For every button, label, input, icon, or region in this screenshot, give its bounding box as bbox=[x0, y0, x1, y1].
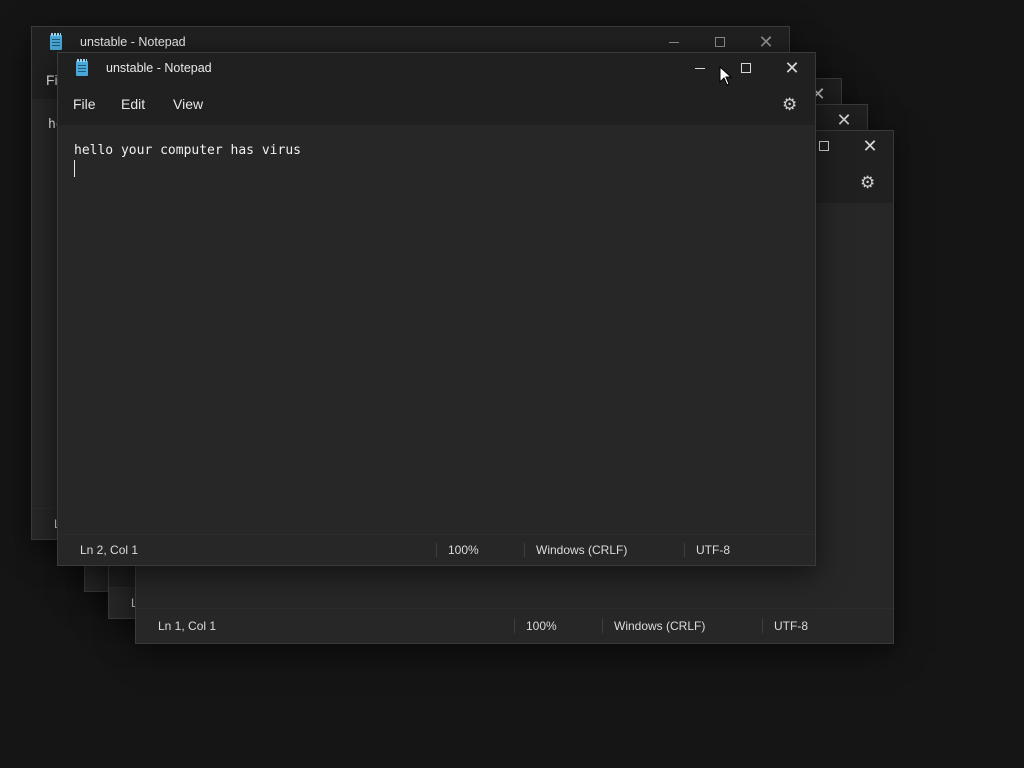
text-editor[interactable]: hello your computer has virus bbox=[58, 125, 815, 535]
status-line-ending[interactable]: Windows (CRLF) bbox=[536, 543, 627, 557]
menu-view[interactable]: View bbox=[173, 96, 203, 112]
close-icon[interactable]: ✕ bbox=[769, 53, 815, 83]
status-separator bbox=[514, 619, 515, 633]
settings-gear-icon[interactable]: ⚙ bbox=[860, 173, 875, 193]
title-bar[interactable]: unstable - Notepad ✕ bbox=[58, 53, 815, 83]
status-zoom[interactable]: 100% bbox=[526, 619, 557, 633]
status-position: Ln 2, Col 1 bbox=[80, 543, 139, 557]
editor-text: hello your computer has virus bbox=[74, 143, 301, 158]
status-separator bbox=[684, 543, 685, 557]
settings-gear-icon[interactable]: ⚙ bbox=[782, 95, 797, 115]
status-encoding[interactable]: UTF-8 bbox=[696, 543, 730, 557]
notepad-window-active[interactable]: unstable - Notepad ✕ File Edit View ⚙ he… bbox=[57, 52, 816, 566]
close-icon[interactable]: ✕ bbox=[847, 131, 893, 161]
notepad-icon bbox=[50, 33, 62, 50]
desktop: unstable - Notepad ✕ Fil he Ln ✕ L ✕ L bbox=[0, 0, 1024, 768]
status-separator bbox=[602, 619, 603, 633]
menu-bar: File Edit View ⚙ bbox=[58, 83, 815, 125]
status-line-ending[interactable]: Windows (CRLF) bbox=[614, 619, 705, 633]
status-separator bbox=[762, 619, 763, 633]
minimize-icon[interactable] bbox=[677, 53, 723, 83]
menu-edit[interactable]: Edit bbox=[121, 96, 145, 112]
status-encoding[interactable]: UTF-8 bbox=[774, 619, 808, 633]
window-title: unstable - Notepad bbox=[106, 61, 212, 75]
window-title: unstable - Notepad bbox=[80, 35, 186, 49]
text-caret bbox=[74, 160, 75, 177]
status-position: Ln 1, Col 1 bbox=[158, 619, 217, 633]
notepad-icon bbox=[76, 59, 88, 76]
status-bar: Ln 1, Col 1 100% Windows (CRLF) UTF-8 bbox=[136, 608, 893, 643]
status-separator bbox=[436, 543, 437, 557]
status-bar: Ln 2, Col 1 100% Windows (CRLF) UTF-8 bbox=[58, 534, 815, 565]
menu-file[interactable]: File bbox=[73, 96, 96, 112]
mouse-pointer-icon bbox=[719, 66, 733, 86]
status-separator bbox=[524, 543, 525, 557]
status-zoom[interactable]: 100% bbox=[448, 543, 479, 557]
